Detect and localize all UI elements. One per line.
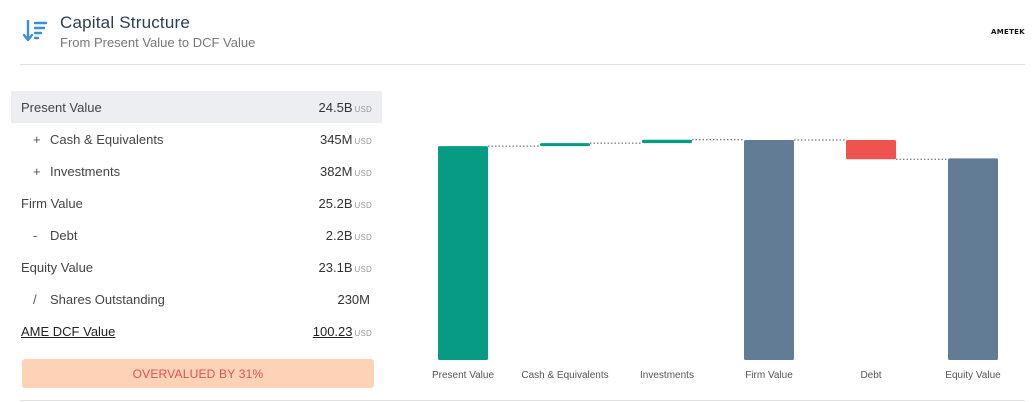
x-tick-label: Cash & Equivalents bbox=[521, 370, 608, 381]
row-value: 345M USD bbox=[319, 131, 372, 147]
waterfall-chart: Present Value Cash & Equivalents Investmen… bbox=[420, 120, 1030, 390]
row-label: Firm Value bbox=[21, 195, 83, 211]
row-label: / Shares Outstanding bbox=[33, 291, 165, 307]
row-debt: - Debt 2.2B USD bbox=[11, 219, 382, 251]
x-tick-label: Debt bbox=[860, 370, 881, 381]
row-value: 382M USD bbox=[319, 163, 372, 179]
row-present-value: Present Value 24.5B USD bbox=[11, 91, 382, 123]
row-label: + Cash & Equivalents bbox=[33, 131, 164, 147]
header: Capital Structure From Present Value to … bbox=[0, 0, 1035, 66]
chart-svg: Present Value Cash & Equivalents Investmen… bbox=[432, 139, 1001, 381]
row-label: Equity Value bbox=[21, 259, 94, 275]
page-title: Capital Structure bbox=[60, 13, 191, 32]
company-logo: AMETEK bbox=[991, 28, 1025, 36]
row-label: + Investments bbox=[33, 163, 121, 179]
row-label: Present Value bbox=[21, 99, 102, 115]
header-divider bbox=[20, 64, 1025, 65]
x-tick-label: Investments bbox=[640, 370, 694, 381]
x-tick-label: Firm Value bbox=[745, 370, 793, 381]
footer-divider bbox=[20, 400, 1025, 401]
bar-present-value bbox=[438, 146, 488, 360]
row-cash-equivalents: + Cash & Equivalents 345M USD bbox=[11, 123, 382, 155]
bar-investments bbox=[642, 139, 692, 144]
valuation-badge: OVERVALUED BY 31% bbox=[22, 359, 374, 388]
x-tick-label: Present Value bbox=[432, 370, 495, 381]
row-value: 230M bbox=[337, 291, 370, 307]
row-equity-value: Equity Value 23.1B USD bbox=[11, 251, 382, 283]
row-shares-outstanding: / Shares Outstanding 230M bbox=[11, 283, 382, 315]
capital-structure-table: Present Value 24.5B USD + Cash & Equivalen… bbox=[11, 91, 382, 347]
bar-cash-equivalents bbox=[540, 143, 590, 147]
row-label: - Debt bbox=[33, 227, 78, 243]
row-value: 2.2B USD bbox=[325, 227, 372, 243]
sort-descending-icon bbox=[22, 19, 48, 42]
page-subtitle: From Present Value to DCF Value bbox=[60, 35, 256, 50]
row-firm-value: Firm Value 25.2B USD bbox=[11, 187, 382, 219]
row-label: AME DCF Value bbox=[21, 323, 116, 339]
row-value: 24.5B USD bbox=[318, 99, 372, 115]
x-tick-label: Equity Value bbox=[945, 370, 1001, 381]
row-value: 23.1B USD bbox=[318, 259, 372, 275]
bar-firm-value bbox=[744, 140, 794, 360]
bar-equity-value bbox=[948, 158, 998, 360]
row-value: 25.2B USD bbox=[318, 195, 372, 211]
row-value: 100.23 USD bbox=[312, 323, 372, 339]
row-dcf-value: AME DCF Value 100.23 USD bbox=[11, 315, 382, 347]
bar-debt bbox=[846, 140, 896, 160]
row-investments: + Investments 382M USD bbox=[11, 155, 382, 187]
